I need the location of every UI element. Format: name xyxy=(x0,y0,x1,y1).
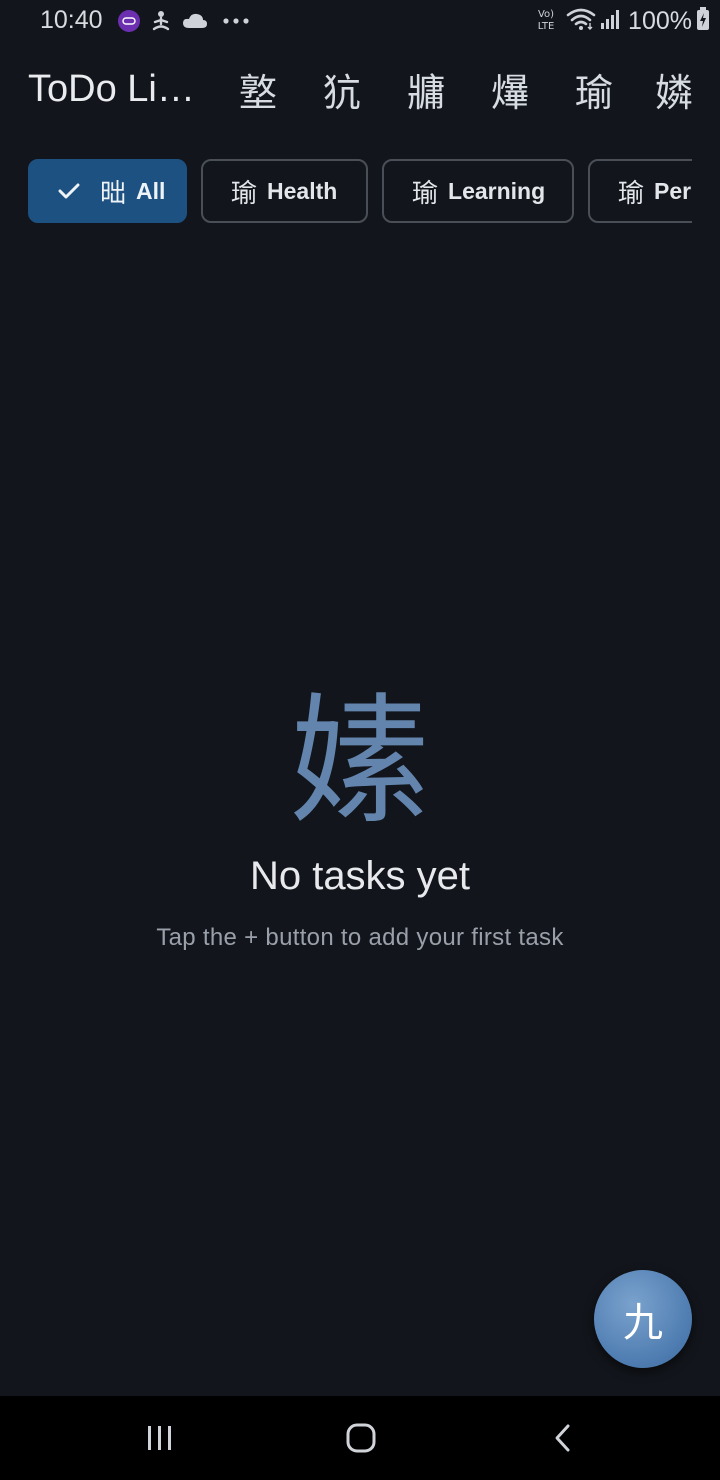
volte-icon: Vo) LTE xyxy=(534,6,558,37)
svg-text:LTE: LTE xyxy=(538,21,555,32)
app-bar-action-1-icon[interactable]: 墪 xyxy=(226,68,290,118)
add-task-fab[interactable]: 九 xyxy=(594,1270,692,1368)
app-title: ToDo Li… xyxy=(28,68,195,110)
app-bar-action-4-icon[interactable]: 爗 xyxy=(478,68,542,118)
app-bar-action-2-icon[interactable]: 犺 xyxy=(310,68,374,118)
status-right: Vo) LTE 100% xyxy=(534,6,710,36)
svg-text:Vo): Vo) xyxy=(538,9,554,20)
status-time: 10:40 xyxy=(40,6,103,34)
wifi-icon xyxy=(566,7,596,36)
filter-chip-health[interactable]: 瑜 Health xyxy=(201,159,368,223)
chip-learning-glyph-icon: 瑜 xyxy=(412,178,439,209)
chip-all-label: All xyxy=(136,177,166,204)
add-task-fab-icon: 九 xyxy=(623,1300,663,1346)
empty-state-title: No tasks yet xyxy=(249,854,471,898)
cloud-icon xyxy=(182,9,208,33)
chip-health-glyph-icon: 瑜 xyxy=(231,178,258,209)
filter-chip-all[interactable]: 昢 All xyxy=(28,159,187,223)
empty-state-subtitle: Tap the + button to add your first task xyxy=(156,924,564,951)
filter-chip-learning[interactable]: 瑜 Learning xyxy=(382,159,574,223)
signal-icon xyxy=(600,8,622,35)
chip-personal-label: Per xyxy=(654,177,692,204)
app-bar: ToDo Li… 墪 犺 牅 爗 瑜 嫾 xyxy=(0,52,720,132)
system-nav-bar xyxy=(0,1396,720,1480)
webex-icon xyxy=(117,9,141,33)
chip-all-glyph-icon: 昢 xyxy=(100,178,127,209)
recent-apps-button[interactable] xyxy=(130,1418,190,1458)
check-icon xyxy=(58,182,80,200)
app-bar-action-6-icon[interactable]: 嫾 xyxy=(646,68,702,118)
back-button[interactable] xyxy=(533,1418,593,1458)
app-bar-action-5-icon[interactable]: 瑜 xyxy=(562,68,626,118)
yoga-icon xyxy=(149,9,173,33)
battery-percent: 100% xyxy=(628,6,692,35)
more-dots-icon xyxy=(222,9,250,33)
app-bar-action-3-icon[interactable]: 牅 xyxy=(394,68,458,118)
chip-health-label: Health xyxy=(267,177,338,204)
category-filter-chips: 昢 All 瑜 Health 瑜 Learning 瑜 Per xyxy=(28,158,692,226)
chip-personal-glyph-icon: 瑜 xyxy=(618,178,645,209)
home-button[interactable] xyxy=(331,1418,391,1458)
status-bar: 10:40 Vo) LTE 100% xyxy=(0,0,720,44)
chip-learning-label: Learning xyxy=(448,177,546,204)
empty-state-icon: 嫊 xyxy=(289,681,430,844)
filter-chip-personal[interactable]: 瑜 Per xyxy=(588,159,692,223)
battery-charging-icon xyxy=(696,6,710,36)
